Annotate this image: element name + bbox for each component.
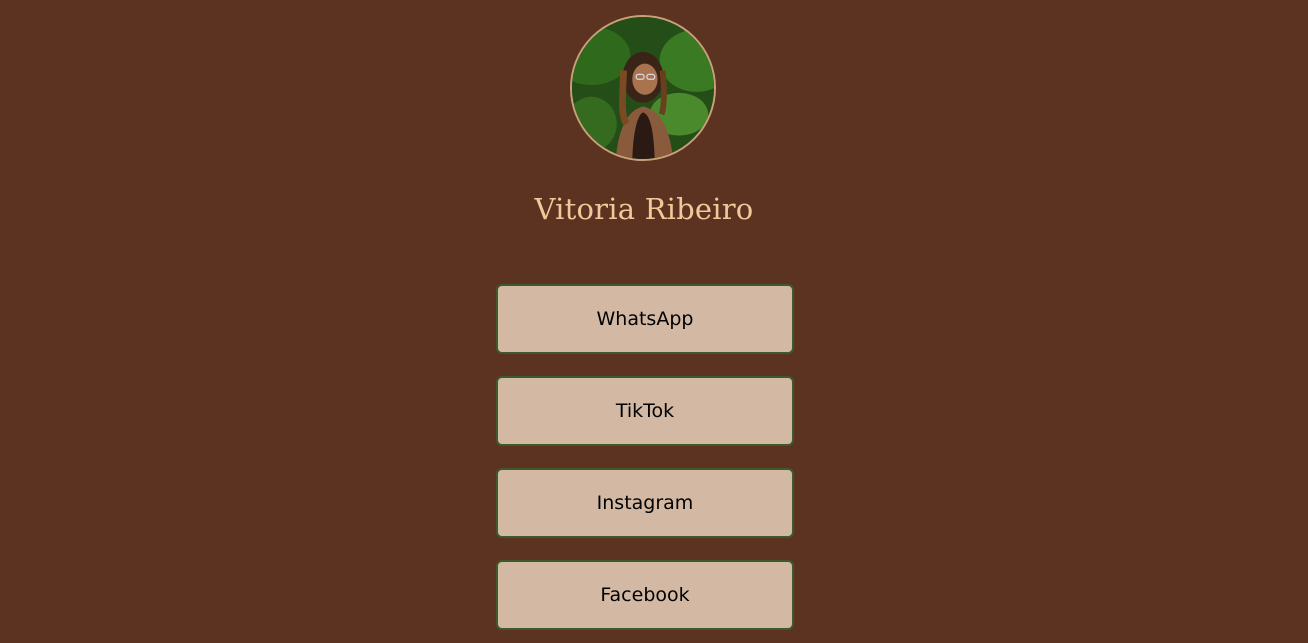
profile-avatar: [570, 15, 716, 161]
link-list: WhatsApp TikTok Instagram Facebook: [496, 284, 794, 643]
link-page: Vitoria Ribeiro WhatsApp TikTok Instagra…: [0, 0, 1308, 643]
facebook-link-button[interactable]: Facebook: [496, 560, 794, 630]
whatsapp-link-button[interactable]: WhatsApp: [496, 284, 794, 354]
instagram-link-button[interactable]: Instagram: [496, 468, 794, 538]
profile-name: Vitoria Ribeiro: [534, 192, 754, 226]
tiktok-link-button[interactable]: TikTok: [496, 376, 794, 446]
